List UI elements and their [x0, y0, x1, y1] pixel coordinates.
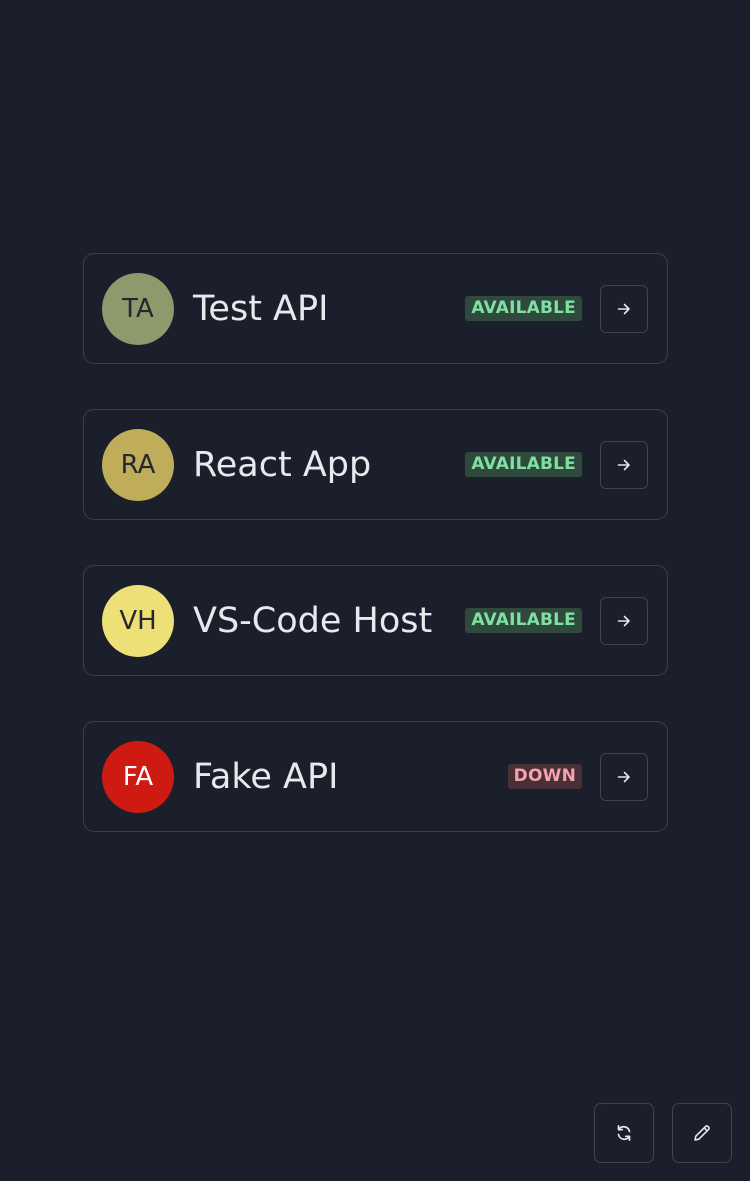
service-name: Test API	[193, 288, 329, 329]
pencil-icon	[694, 1125, 710, 1141]
service-list: TA Test API AVAILABLE RA React App AVAIL…	[83, 253, 668, 832]
avatar-initials: FA	[122, 761, 154, 792]
refresh-button[interactable]	[594, 1103, 654, 1163]
service-name: React App	[193, 444, 372, 485]
avatar: VH	[102, 584, 174, 657]
avatar-initials: VH	[119, 605, 157, 636]
arrow-right-icon	[617, 459, 630, 470]
page: TA Test API AVAILABLE RA React App AVAIL…	[0, 0, 750, 1181]
arrow-right-icon	[617, 615, 630, 626]
avatar: FA	[102, 740, 174, 813]
service-card-test-api: TA Test API AVAILABLE	[83, 253, 668, 364]
service-name: Fake API	[193, 756, 339, 797]
avatar-initials: RA	[120, 449, 156, 480]
service-card-react-app: RA React App AVAILABLE	[83, 409, 668, 520]
avatar-initials: TA	[122, 293, 154, 324]
avatar: TA	[102, 272, 174, 345]
arrow-right-icon	[617, 771, 630, 782]
open-service-button[interactable]	[600, 440, 648, 489]
open-service-button[interactable]	[600, 752, 648, 801]
status-badge: AVAILABLE	[465, 296, 582, 321]
status-badge: DOWN	[507, 764, 582, 789]
service-card-vs-code-host: VH VS-Code Host AVAILABLE	[83, 565, 668, 676]
status-badge: AVAILABLE	[465, 608, 582, 633]
avatar: RA	[102, 428, 174, 501]
status-badge: AVAILABLE	[465, 452, 582, 477]
refresh-icon	[617, 1124, 631, 1142]
open-service-button[interactable]	[600, 284, 648, 333]
edit-button[interactable]	[672, 1103, 732, 1163]
arrow-right-icon	[617, 303, 630, 314]
open-service-button[interactable]	[600, 596, 648, 645]
service-card-fake-api: FA Fake API DOWN	[83, 721, 668, 832]
service-name: VS-Code Host	[193, 600, 433, 641]
